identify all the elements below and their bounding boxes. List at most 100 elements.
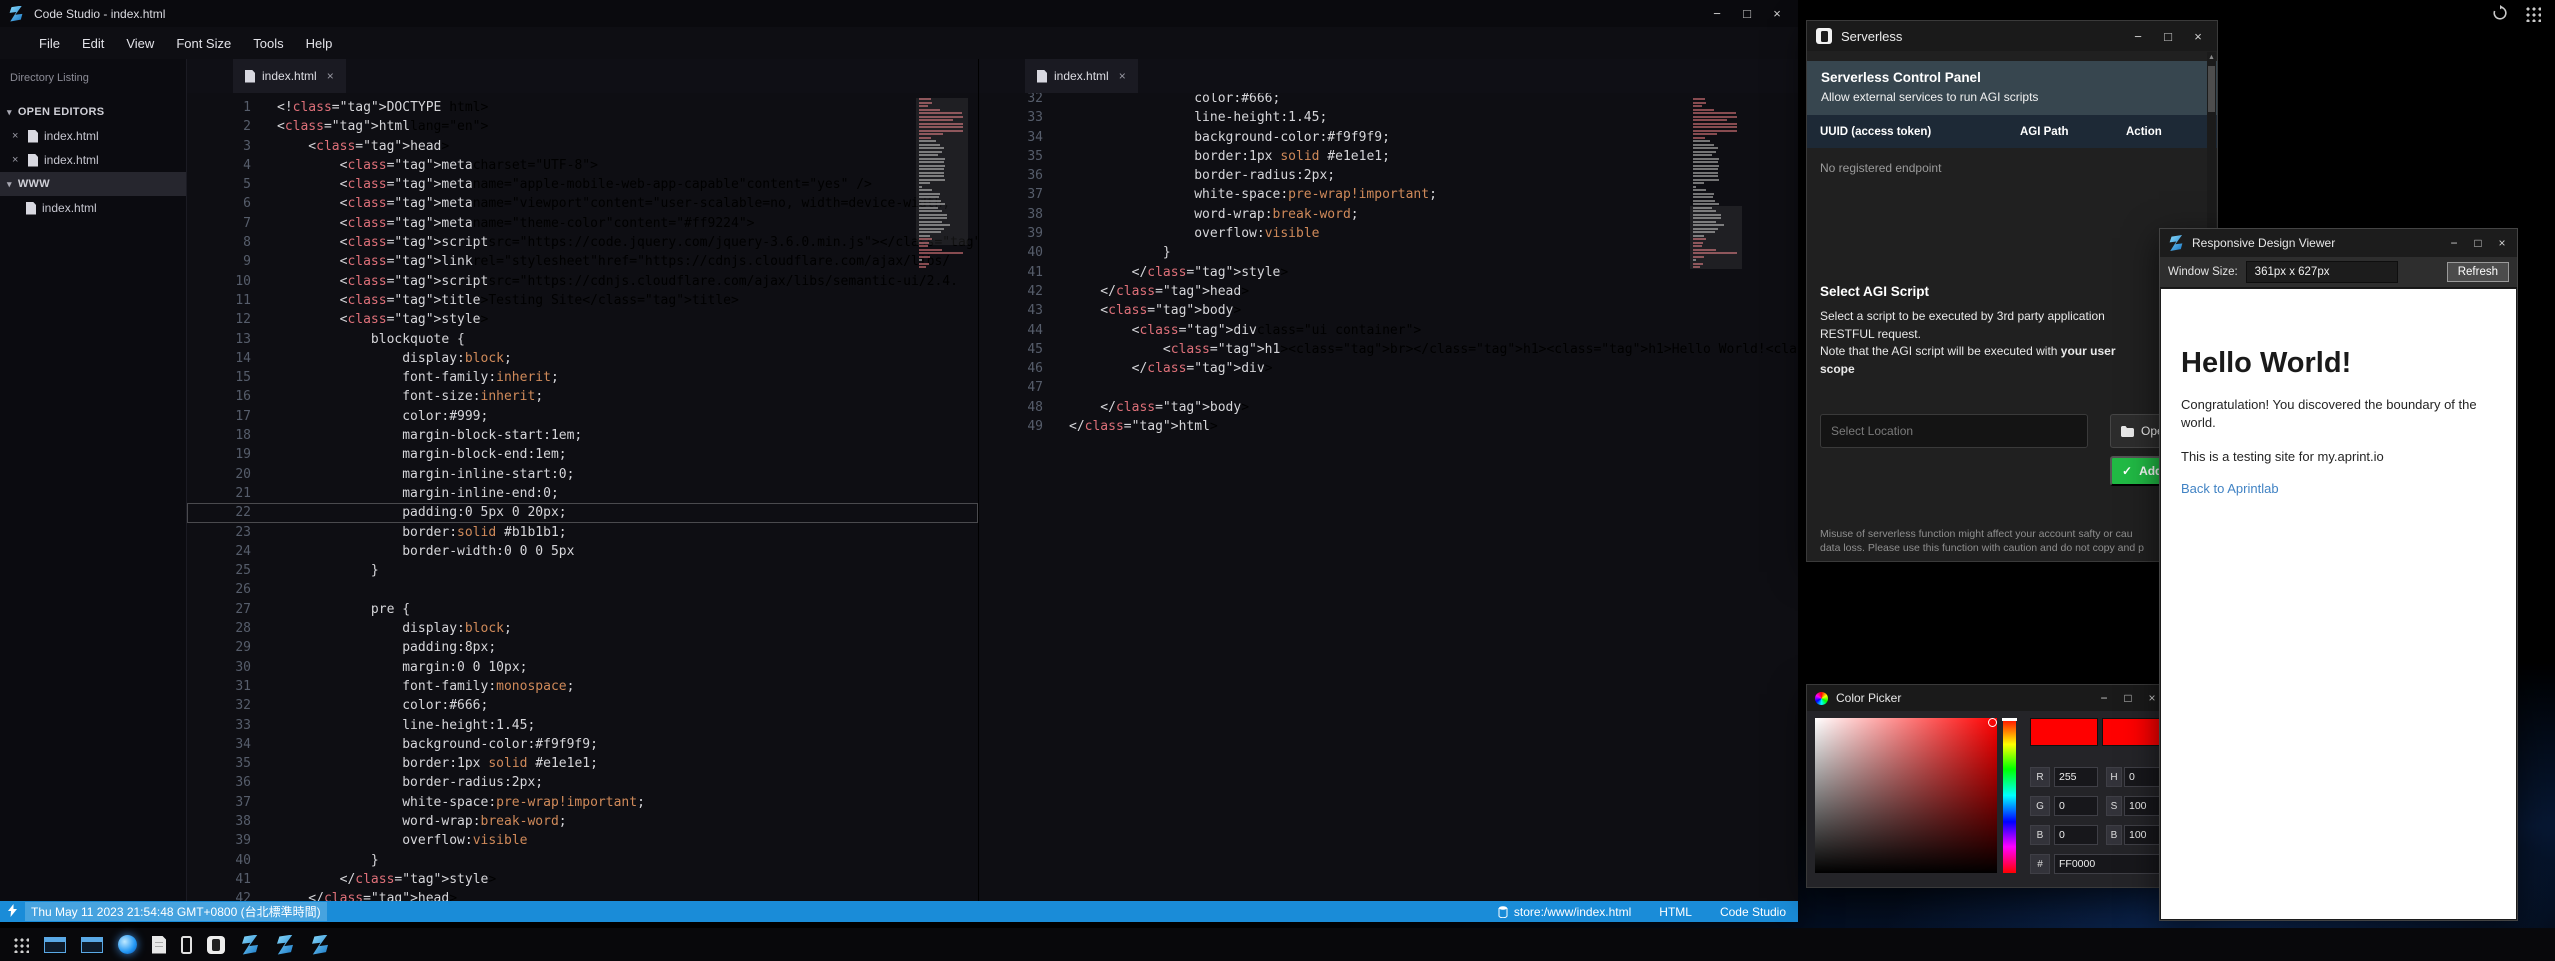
code-line[interactable]: 1<!class="tag">DOCTYPE html>: [187, 98, 978, 117]
restore-button[interactable]: □: [1732, 6, 1762, 21]
language-status[interactable]: HTML: [1659, 905, 1692, 919]
file-manager-icon[interactable]: [44, 937, 66, 953]
code-line[interactable]: 39 overflow:visible: [979, 224, 1798, 243]
scroll-up-icon[interactable]: ▲: [2207, 52, 2216, 61]
minimize-button[interactable]: −: [1702, 6, 1732, 21]
menu-file[interactable]: File: [28, 36, 71, 51]
remote-icon[interactable]: [8, 904, 17, 920]
color-cursor[interactable]: [1988, 718, 1997, 727]
code-line[interactable]: 38 word-wrap:break-word;: [979, 205, 1798, 224]
maximize-button[interactable]: □: [2153, 29, 2183, 44]
minimap-viewport[interactable]: [916, 98, 968, 245]
code-line[interactable]: 36 border-radius:2px;: [187, 773, 978, 792]
maximize-button[interactable]: □: [2116, 691, 2140, 705]
code-line[interactable]: 42 </class="tag">head>: [187, 889, 978, 901]
open-editor-item[interactable]: × index.html: [0, 148, 186, 172]
tree-item-index-html[interactable]: index.html: [0, 196, 186, 220]
window-size-input[interactable]: [2246, 261, 2398, 283]
code-line[interactable]: 5 <class="tag">meta name="apple-mobile-w…: [187, 175, 978, 194]
code-line[interactable]: 49</class="tag">html>: [979, 417, 1798, 436]
browser-icon[interactable]: [118, 935, 137, 954]
code-line[interactable]: 39 overflow:visible: [187, 831, 978, 850]
code-line[interactable]: 8 <class="tag">script src="https://code.…: [187, 233, 978, 252]
code-line[interactable]: 19 margin-block-end:1em;: [187, 445, 978, 464]
app-launcher-icon[interactable]: [12, 936, 29, 953]
close-icon[interactable]: ×: [12, 154, 22, 166]
minimap-viewport[interactable]: [1690, 206, 1742, 269]
menu-edit[interactable]: Edit: [71, 36, 115, 51]
code-line[interactable]: 28 display:block;: [187, 619, 978, 638]
code-line[interactable]: 6 <class="tag">meta name="viewport" cont…: [187, 194, 978, 213]
menu-help[interactable]: Help: [295, 36, 344, 51]
app-grid-icon[interactable]: [2524, 5, 2541, 22]
menu-view[interactable]: View: [115, 36, 165, 51]
code-line[interactable]: 37 white-space:pre-wrap!important;: [979, 185, 1798, 204]
document-icon[interactable]: [152, 936, 166, 954]
terminal-icon[interactable]: [81, 937, 103, 953]
code-line[interactable]: 43 <class="tag">body>: [979, 301, 1798, 320]
code-line[interactable]: 23 border:solid #b1b1b1;: [187, 523, 978, 542]
device-emulator-icon[interactable]: [181, 936, 192, 954]
code-line[interactable]: 7 <class="tag">meta name="theme-color" c…: [187, 214, 978, 233]
code-line[interactable]: 26: [187, 580, 978, 599]
code-line[interactable]: 18 margin-block-start:1em;: [187, 426, 978, 445]
code-line[interactable]: 34 background-color:#f9f9f9;: [187, 735, 978, 754]
minimize-button[interactable]: −: [2123, 29, 2153, 44]
close-button[interactable]: ×: [2183, 29, 2213, 44]
code-line[interactable]: 44 <class="tag">div class="ui container"…: [979, 321, 1798, 340]
red-input[interactable]: [2054, 767, 2098, 787]
code-line[interactable]: 48 </class="tag">body>: [979, 398, 1798, 417]
code-line[interactable]: 46 </class="tag">div>: [979, 359, 1798, 378]
menu-tools[interactable]: Tools: [242, 36, 294, 51]
code-line[interactable]: 40 }: [979, 243, 1798, 262]
minimize-button[interactable]: −: [2442, 236, 2466, 250]
datetime-status[interactable]: Thu May 11 2023 21:54:48 GMT+0800 (台北標準時…: [25, 902, 327, 921]
color-picker-titlebar[interactable]: Color Picker − □ ×: [1807, 685, 2167, 711]
code-line[interactable]: 38 word-wrap:break-word;: [187, 812, 978, 831]
code-line[interactable]: 3 <class="tag">head>: [187, 137, 978, 156]
menu-font-size[interactable]: Font Size: [165, 36, 242, 51]
code-line[interactable]: 29 padding:8px;: [187, 638, 978, 657]
hex-input[interactable]: [2054, 854, 2167, 874]
code-line[interactable]: 47: [979, 378, 1798, 397]
code-line[interactable]: 20 margin-inline-start:0;: [187, 465, 978, 484]
code-line[interactable]: 30 margin:0 0 10px;: [187, 658, 978, 677]
close-icon[interactable]: ×: [12, 130, 22, 142]
close-button[interactable]: ×: [2490, 236, 2514, 250]
rdv-titlebar[interactable]: Responsive Design Viewer − □ ×: [2160, 229, 2517, 257]
code-line[interactable]: 40 }: [187, 851, 978, 870]
close-button[interactable]: ×: [1762, 6, 1792, 21]
code-studio-titlebar[interactable]: Code Studio - index.html − □ ×: [0, 0, 1798, 27]
serverless-app-icon[interactable]: [207, 936, 225, 954]
open-editor-item[interactable]: × index.html: [0, 124, 186, 148]
code-line[interactable]: 22 padding:0 5px 0 20px;: [187, 503, 978, 522]
previous-color-swatch[interactable]: [2102, 718, 2167, 746]
code-line[interactable]: 12 <class="tag">style>: [187, 310, 978, 329]
code-line[interactable]: 32 color:#666;: [187, 696, 978, 715]
code-line[interactable]: 21 margin-inline-end:0;: [187, 484, 978, 503]
hue-slider[interactable]: [2003, 718, 2016, 873]
agi-script-location-input[interactable]: [1820, 414, 2088, 448]
code-line[interactable]: 33 line-height:1.45;: [187, 716, 978, 735]
code-editor[interactable]: 1<!class="tag">DOCTYPE html>2<class="tag…: [187, 93, 978, 901]
code-studio-taskbar-icon[interactable]: [310, 935, 330, 955]
code-line[interactable]: 17 color:#999;: [187, 407, 978, 426]
section-www[interactable]: ▾ WWW: [0, 172, 186, 196]
maximize-button[interactable]: □: [2466, 236, 2490, 250]
code-line[interactable]: 41 </class="tag">style>: [187, 870, 978, 889]
code-line[interactable]: 37 white-space:pre-wrap!important;: [187, 793, 978, 812]
tab-index-html[interactable]: index.html ×: [233, 59, 346, 93]
code-line[interactable]: 35 border:1px solid #e1e1e1;: [187, 754, 978, 773]
code-line[interactable]: 10 <class="tag">script src="https://cdnj…: [187, 272, 978, 291]
code-line[interactable]: 27 pre {: [187, 600, 978, 619]
blue-input[interactable]: [2054, 825, 2098, 845]
code-line[interactable]: 16 font-size:inherit;: [187, 387, 978, 406]
code-editor[interactable]: 32 color:#666;33 line-height:1.45;34 bac…: [979, 93, 1798, 901]
code-studio-taskbar-icon[interactable]: [275, 935, 295, 955]
code-line[interactable]: 36 border-radius:2px;: [979, 166, 1798, 185]
code-line[interactable]: 34 background-color:#f9f9f9;: [979, 128, 1798, 147]
code-line[interactable]: 35 border:1px solid #e1e1e1;: [979, 147, 1798, 166]
code-line[interactable]: 45 <class="tag">h1><class="tag">br></cla…: [979, 340, 1798, 359]
code-line[interactable]: 2<class="tag">html lang="en">: [187, 117, 978, 136]
code-line[interactable]: 13 blockquote {: [187, 330, 978, 349]
